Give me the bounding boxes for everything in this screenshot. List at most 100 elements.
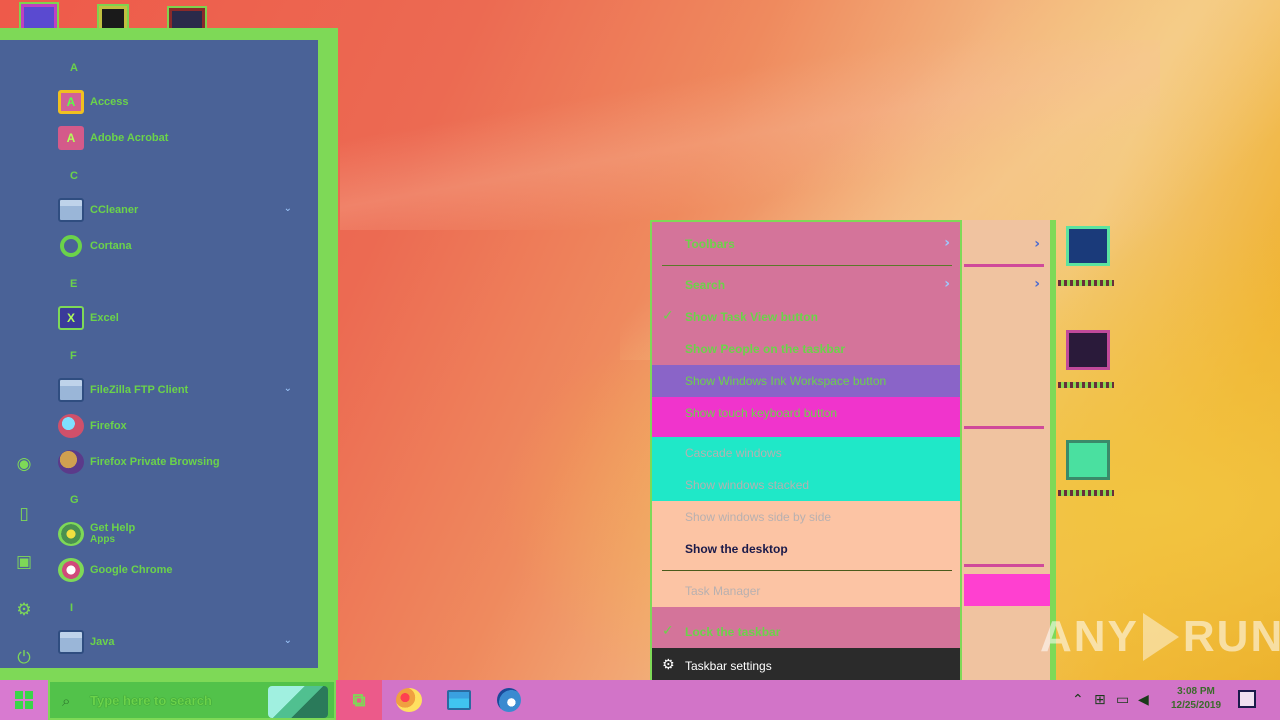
group-header-a[interactable]: A (70, 62, 90, 74)
app-adobe-acrobat[interactable]: A Adobe Acrobat (58, 122, 308, 154)
menu-item-show-desktop[interactable]: Show the desktop (652, 533, 960, 565)
app-subtitle: Apps (90, 534, 115, 545)
watermark-text-left: ANY (1040, 612, 1139, 661)
app-label: Access (90, 96, 129, 108)
app-google-chrome[interactable]: Google Chrome (58, 554, 308, 586)
play-logo-icon (1142, 613, 1179, 661)
menu-item-label: Task Manager (685, 584, 761, 598)
settings-icon[interactable]: ⚙ (12, 598, 36, 622)
access-icon: A (58, 90, 84, 114)
chrome-icon (58, 558, 84, 582)
power-icon[interactable]: ⏻ (12, 646, 36, 670)
group-header-i[interactable]: I (70, 602, 90, 614)
system-tray: ⌃ ⊞ ▭ ◀ 3:08 PM 12/25/2019 (1064, 680, 1280, 720)
chevron-down-icon[interactable]: ⌄ (284, 203, 292, 214)
search-box[interactable]: ⌕ Type here to search (48, 680, 336, 720)
pictures-icon[interactable]: ▣ (12, 550, 36, 574)
app-excel[interactable]: X Excel (58, 302, 308, 334)
app-label: CCleaner (90, 204, 139, 216)
menu-item-label: Cascade windows (685, 446, 782, 460)
file-explorer-icon (447, 690, 471, 710)
chevron-down-icon[interactable]: ⌄ (284, 383, 292, 394)
action-center-icon[interactable] (1238, 690, 1256, 708)
checkmark-icon: ✓ (662, 623, 674, 639)
get-help-icon (58, 522, 84, 546)
file-explorer-button[interactable] (436, 680, 482, 720)
menu-item-label: Show touch keyboard button (685, 406, 838, 420)
menu-item-show-people[interactable]: Show People on the taskbar (652, 333, 960, 365)
menu-item-show-task-view[interactable]: ✓ Show Task View button (652, 301, 960, 333)
task-view-button[interactable]: ⧉ (336, 680, 382, 720)
group-header-c[interactable]: C (70, 170, 90, 182)
checkmark-icon: ✓ (662, 308, 674, 324)
desktop-file-icon[interactable] (1066, 330, 1110, 370)
menu-item-toolbars[interactable]: Toolbars › (652, 228, 960, 260)
menu-item-label: Show Task View button (685, 310, 818, 324)
volume-icon[interactable]: ◀ (1138, 692, 1149, 708)
menu-item-show-ink-workspace[interactable]: Show Windows Ink Workspace button (652, 365, 960, 397)
user-avatar-icon[interactable]: ◉ (12, 452, 36, 476)
paint-icon (396, 688, 422, 712)
desktop-file-caption (1058, 490, 1114, 496)
menu-item-label: Show Windows Ink Workspace button (685, 374, 887, 388)
menu-item-lock-taskbar[interactable]: ✓ Lock the taskbar (652, 616, 960, 648)
group-header-e[interactable]: E (70, 278, 90, 290)
app-label: Java (90, 636, 115, 648)
search-icon: ⌕ (62, 692, 71, 710)
divider (964, 564, 1044, 567)
menu-item-show-touch-keyboard[interactable]: Show touch keyboard button (652, 397, 960, 437)
menu-item-label: Toolbars (685, 237, 735, 251)
divider (964, 264, 1044, 267)
desktop-file-caption (1058, 280, 1114, 286)
app-access[interactable]: A Access (58, 86, 308, 118)
desktop-file-icon[interactable] (1066, 440, 1110, 480)
menu-item-taskbar-settings[interactable]: ⚙ Taskbar settings (652, 648, 960, 684)
clock-time: 3:08 PM (1177, 686, 1215, 697)
app-filezilla-folder[interactable]: FileZilla FTP Client ⌄ (58, 374, 308, 406)
menu-item-search[interactable]: Search › (652, 269, 960, 301)
menu-item-label: Show windows side by side (685, 510, 832, 524)
search-placeholder[interactable]: Type here to search (90, 693, 212, 708)
folder-icon (58, 378, 84, 402)
app-java-folder[interactable]: Java ⌄ (58, 626, 308, 658)
app-firefox[interactable]: Firefox (58, 410, 308, 442)
start-rail: ◉ ▯ ▣ ⚙ ⏻ (0, 40, 48, 668)
app-label: Excel (90, 312, 119, 324)
document-icon[interactable]: ▯ (12, 502, 36, 526)
menu-item-cascade-windows[interactable]: Cascade windows (652, 437, 960, 469)
start-menu-panel: ◉ ▯ ▣ ⚙ ⏻ A A Access A Adobe Acrobat C C… (0, 40, 318, 668)
app-cortana[interactable]: Cortana (58, 230, 308, 262)
app-firefox-private[interactable]: Firefox Private Browsing (58, 446, 308, 478)
desktop-window-fragment: › › (962, 220, 1056, 680)
task-view-icon: ⧉ (352, 689, 366, 711)
edge-button[interactable] (486, 680, 532, 720)
network-icon[interactable]: ⊞ (1094, 692, 1106, 708)
app-label: FileZilla FTP Client (90, 384, 189, 396)
menu-item-label: Lock the taskbar (685, 625, 781, 639)
paint-app-button[interactable] (386, 680, 432, 720)
divider (964, 426, 1044, 429)
group-header-f[interactable]: F (70, 350, 90, 362)
taskbar[interactable]: ⌕ Type here to search ⧉ ⌃ ⊞ ▭ ◀ 3:08 PM … (0, 680, 1280, 720)
app-label: Get Help Apps (90, 522, 135, 546)
chevron-up-icon[interactable]: ⌃ (1072, 692, 1084, 708)
clock[interactable]: 3:08 PM 12/25/2019 (1166, 685, 1226, 713)
app-title: Get Help (90, 522, 136, 534)
group-header-g[interactable]: G (70, 494, 90, 506)
desktop-file-icon[interactable] (1066, 226, 1110, 266)
menu-item-label: Show windows stacked (685, 478, 810, 492)
battery-icon[interactable]: ▭ (1116, 692, 1129, 708)
desktop-file-caption (1058, 382, 1114, 388)
taskbar-context-menu: Toolbars › Search › ✓ Show Task View but… (650, 220, 962, 686)
menu-item-label: Show People on the taskbar (685, 342, 846, 356)
start-button[interactable] (0, 680, 48, 720)
menu-item-show-windows-side-by-side[interactable]: Show windows side by side (652, 501, 960, 533)
chevron-down-icon[interactable]: ⌄ (284, 635, 292, 646)
menu-item-task-manager[interactable]: Task Manager (652, 575, 960, 607)
app-ccleaner-folder[interactable]: CCleaner ⌄ (58, 194, 308, 226)
folder-icon (58, 630, 84, 654)
app-get-help[interactable]: Get Help Apps (58, 518, 308, 550)
menu-item-show-windows-stacked[interactable]: Show windows stacked (652, 469, 960, 501)
app-label: Firefox Private Browsing (90, 456, 220, 468)
app-label: Firefox (90, 420, 127, 432)
